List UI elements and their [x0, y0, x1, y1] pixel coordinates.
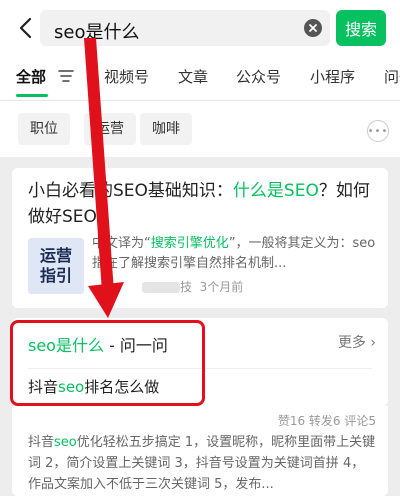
snippet-highlight: 搜索引擎优化 — [150, 236, 229, 251]
tab-wenwen[interactable]: 问一 — [384, 66, 400, 87]
question-part: 排名怎么做 — [84, 378, 160, 396]
answer-part: 优化轻松五步搞定 1，设置昵称，昵称里面带上关键词 2，简介设置上关键词 3，抖… — [28, 435, 376, 492]
tab-all[interactable]: 全部 — [16, 66, 46, 87]
search-button[interactable]: 搜索 — [336, 10, 386, 46]
result-type-tabs: 全部 视频号 文章 公众号 小程序 问一 — [0, 56, 400, 101]
answer-card[interactable]: 赞16 转发6 评论5 抖音seo优化轻松五步搞定 1，设置昵称，昵称里面带上关… — [12, 406, 388, 496]
article-title[interactable]: 小白必看的SEO基础知识：什么是SEO？如何做好SEO? — [28, 178, 376, 230]
suggestion-chips: 职位 运营 咖啡 ••• — [0, 101, 400, 157]
wenwen-title[interactable]: seo是什么 - 问一问 — [28, 332, 168, 356]
thumbnail-text: 运营 — [39, 246, 72, 265]
tab-channels[interactable]: 视频号 — [104, 66, 149, 87]
answer-part: 抖音 — [28, 435, 55, 450]
chip-operations[interactable]: 运营 — [84, 113, 136, 145]
chip-coffee[interactable]: 咖啡 — [140, 113, 192, 145]
article-meta: 技 3个月前 — [142, 278, 243, 295]
filter-icon[interactable] — [58, 68, 74, 84]
wenwen-title-highlight: seo是什么 — [28, 336, 104, 355]
more-options-icon[interactable]: ••• — [367, 120, 389, 142]
tab-official-accounts[interactable]: 公众号 — [236, 66, 281, 87]
chip-job[interactable]: 职位 — [18, 113, 70, 145]
article-title-part: 小白必看的SEO基础知识： — [28, 181, 233, 201]
search-input[interactable]: seo是什么 — [40, 10, 330, 46]
search-query-text: seo是什么 — [54, 22, 140, 43]
source-name: 技 — [180, 280, 193, 294]
tab-mini-programs[interactable]: 小程序 — [310, 66, 355, 87]
answer-stats: 赞16 转发6 评论5 — [277, 414, 376, 428]
blurred-source-name — [142, 282, 180, 293]
thumbnail-text: 指引 — [39, 266, 72, 285]
publish-time: 3个月前 — [199, 280, 244, 294]
clear-icon[interactable] — [304, 19, 322, 37]
question-title[interactable]: 抖音seo排名怎么做 — [28, 376, 159, 397]
more-link[interactable]: 更多 › — [338, 332, 376, 352]
article-title-highlight: 什么是SEO — [232, 181, 319, 201]
article-thumbnail: 运营 指引 — [28, 238, 84, 294]
article-result-card[interactable]: 小白必看的SEO基础知识：什么是SEO？如何做好SEO? 运营 指引 中文译为“… — [12, 168, 388, 308]
tab-articles[interactable]: 文章 — [178, 66, 208, 87]
answer-highlight: seo — [54, 435, 77, 450]
divider — [28, 368, 372, 369]
wenwen-title-rest: - 问一问 — [103, 336, 168, 355]
more-label: 更多 — [337, 335, 366, 351]
back-arrow-icon[interactable] — [14, 14, 36, 42]
wenwen-card[interactable]: seo是什么 - 问一问 更多 › 抖音seo排名怎么做 — [12, 318, 388, 406]
search-header: seo是什么 搜索 — [0, 0, 400, 56]
snippet-part: 中文译为“ — [92, 236, 151, 251]
article-snippet: 中文译为“搜索引擎优化”，一般将其定义为：seo指在了解搜索引擎自然排名机制..… — [92, 234, 378, 274]
active-tab-indicator — [16, 94, 48, 97]
question-part: 抖音 — [28, 378, 59, 396]
question-highlight: seo — [58, 378, 85, 396]
chevron-right-icon: › — [370, 335, 376, 351]
answer-text: 抖音seo优化轻松五步搞定 1，设置昵称，昵称里面带上关键词 2，简介设置上关键… — [28, 432, 376, 495]
